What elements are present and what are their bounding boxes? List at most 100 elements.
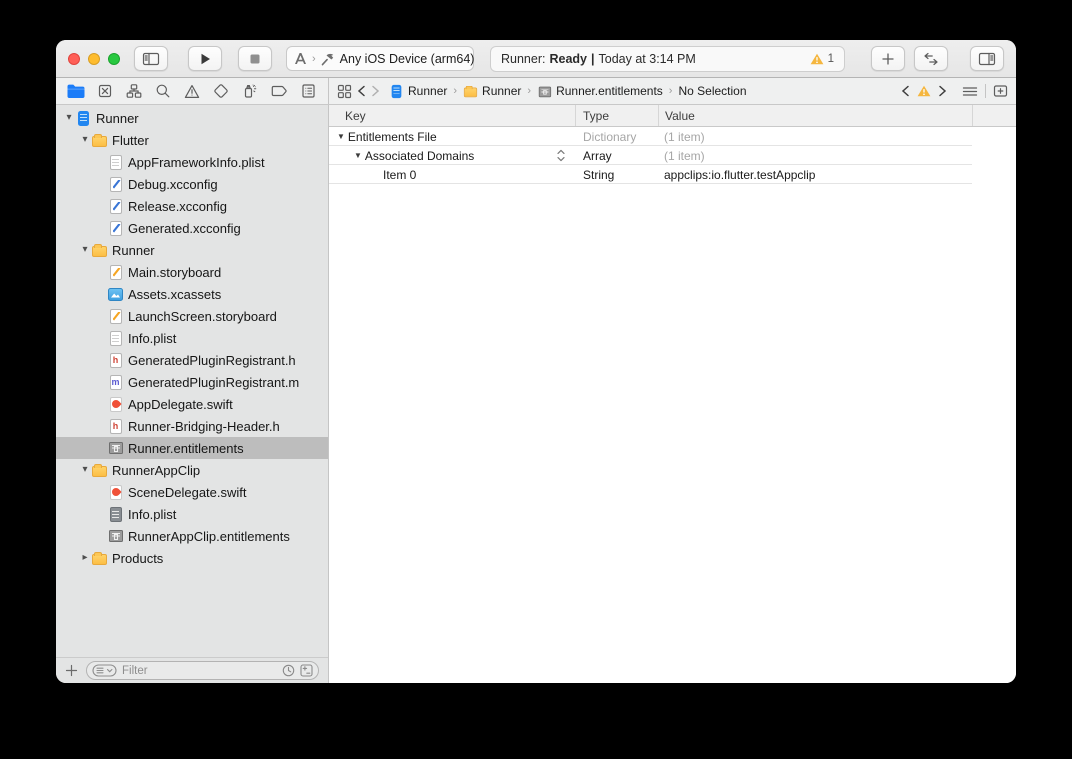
- tree-item-runnerappclip-entitlements[interactable]: RunnerAppClip.entitlements: [56, 525, 328, 547]
- disclosure-triangle-icon[interactable]: ▾: [62, 113, 76, 123]
- navigator-tab-find-navigator[interactable]: [153, 81, 173, 101]
- run-button[interactable]: [188, 46, 222, 71]
- navigator-tab-bar: [56, 78, 329, 104]
- plist-type-cell[interactable]: String: [575, 168, 658, 182]
- jumpbar-segment[interactable]: Runner: [389, 84, 447, 99]
- issue-warning-icon[interactable]: [917, 85, 931, 97]
- code-review-button[interactable]: [914, 46, 948, 71]
- tree-item-appframeworkinfo-plist[interactable]: AppFrameworkInfo.plist: [56, 151, 328, 173]
- tree-item-runner[interactable]: ▾ Runner: [56, 107, 328, 129]
- jumpbar-segment-label: Runner: [408, 84, 448, 98]
- plist-key-label: Associated Domains: [364, 148, 475, 163]
- disclosure-triangle-icon[interactable]: ▸: [78, 553, 92, 563]
- toggle-navigator-button[interactable]: [134, 46, 168, 71]
- tree-item-info-plist[interactable]: Info.plist: [56, 327, 328, 349]
- tree-item-appdelegate-swift[interactable]: AppDelegate.swift: [56, 393, 328, 415]
- tree-item-scenedelegate-swift[interactable]: SceneDelegate.swift: [56, 481, 328, 503]
- navigator-tab-project-navigator[interactable]: [66, 81, 86, 101]
- navigator-tab-issue-navigator[interactable]: [182, 81, 202, 101]
- plist-value-cell[interactable]: (1 item): [658, 149, 972, 163]
- navigator-tab-test-navigator[interactable]: [211, 81, 231, 101]
- scheme-selector[interactable]: › Any iOS Device (arm64): [286, 46, 474, 71]
- tree-item-debug-xcconfig[interactable]: Debug.xcconfig: [56, 173, 328, 195]
- disclosure-triangle-icon[interactable]: ▾: [78, 465, 92, 475]
- navigator-filter-bar: Filter: [56, 657, 328, 683]
- library-button[interactable]: [871, 46, 905, 71]
- related-items-icon[interactable]: [337, 84, 352, 99]
- editor-options-icon[interactable]: [962, 85, 978, 98]
- add-file-button[interactable]: [65, 664, 78, 677]
- tree-item-label: AppDelegate.swift: [128, 396, 233, 412]
- tree-item-label: Runner: [96, 110, 139, 126]
- plist-value-cell[interactable]: appclips:io.flutter.testAppclip: [658, 168, 972, 182]
- storyboard-icon: [108, 308, 123, 324]
- tree-item-runnerappclip[interactable]: ▾ RunnerAppClip: [56, 459, 328, 481]
- disclosure-triangle-icon[interactable]: ▼: [354, 151, 362, 160]
- column-header-type[interactable]: Type: [575, 105, 658, 126]
- toggle-inspector-button[interactable]: [970, 46, 1004, 71]
- activity-view[interactable]: Runner: Ready | Today at 3:14 PM 1: [490, 45, 845, 72]
- filter-icon: [92, 664, 117, 677]
- tree-item-info-plist[interactable]: Info.plist: [56, 503, 328, 525]
- table-body: ▼ Entitlements File Dictionary (1 item) ▼ Ass…: [329, 127, 1016, 184]
- column-header-key[interactable]: Key: [329, 105, 575, 126]
- next-issue-button[interactable]: [938, 85, 947, 97]
- plist-row-associated-domains[interactable]: ▼ Associated Domains Array (1 item): [329, 146, 1016, 165]
- close-window-button[interactable]: [68, 52, 80, 65]
- add-editor-button[interactable]: [993, 84, 1008, 98]
- status-state: Ready: [549, 51, 588, 66]
- column-header-value[interactable]: Value: [658, 105, 972, 126]
- tree-item-label: Generated.xcconfig: [128, 220, 241, 236]
- tree-item-flutter[interactable]: ▾ Flutter: [56, 129, 328, 151]
- disclosure-triangle-icon[interactable]: ▾: [78, 135, 92, 145]
- tree-item-runner-bridging-header-h[interactable]: h Runner-Bridging-Header.h: [56, 415, 328, 437]
- navigator-tab-symbol-navigator[interactable]: [124, 81, 144, 101]
- jumpbar-separator-icon: ›: [453, 85, 458, 97]
- plist-value-cell[interactable]: (1 item): [658, 130, 972, 144]
- stop-button[interactable]: [238, 46, 272, 71]
- entitlements-icon: [538, 84, 551, 97]
- tree-item-label: Main.storyboard: [128, 264, 222, 280]
- source-control-status-filter-icon[interactable]: [300, 664, 313, 677]
- navigator-tab-source-control-navigator[interactable]: [95, 81, 115, 101]
- jumpbar-segment[interactable]: Runner.entitlements: [537, 84, 663, 99]
- tree-item-label: GeneratedPluginRegistrant.h: [128, 352, 296, 368]
- minimize-window-button[interactable]: [88, 52, 100, 65]
- jumpbar-segment[interactable]: Runner: [463, 84, 521, 99]
- disclosure-triangle-icon[interactable]: ▼: [337, 132, 345, 141]
- warning-badge[interactable]: 1: [810, 53, 834, 65]
- jumpbar-segment-label: Runner: [482, 84, 522, 98]
- plist-row-item-0[interactable]: Item 0 String appclips:io.flutter.testAppc…: [329, 165, 1016, 184]
- recent-files-icon[interactable]: [282, 664, 295, 677]
- tree-item-products[interactable]: ▸ Products: [56, 547, 328, 569]
- folder-icon: [92, 243, 107, 258]
- navigator-tab-breakpoint-navigator[interactable]: [269, 81, 289, 101]
- go-back-button[interactable]: [357, 85, 366, 97]
- previous-issue-button[interactable]: [901, 85, 910, 97]
- navigator-tab-debug-navigator[interactable]: [240, 81, 260, 101]
- tree-item-generated-xcconfig[interactable]: Generated.xcconfig: [56, 217, 328, 239]
- tree-item-generatedpluginregistrant-m[interactable]: m GeneratedPluginRegistrant.m: [56, 371, 328, 393]
- plist-type-cell[interactable]: Dictionary: [575, 130, 658, 144]
- zoom-window-button[interactable]: [108, 52, 120, 65]
- stepper-icon[interactable]: [557, 149, 565, 162]
- tree-item-generatedpluginregistrant-h[interactable]: h GeneratedPluginRegistrant.h: [56, 349, 328, 371]
- tree-item-assets-xcassets[interactable]: Assets.xcassets: [56, 283, 328, 305]
- xcode-window: › Any iOS Device (arm64) Runner: Ready |…: [56, 40, 1016, 683]
- filter-field[interactable]: Filter: [86, 661, 319, 680]
- plist-type-cell[interactable]: Array: [575, 149, 658, 163]
- tree-item-main-storyboard[interactable]: Main.storyboard: [56, 261, 328, 283]
- disclosure-triangle-icon[interactable]: ▾: [78, 245, 92, 255]
- plist-row-entitlements-file[interactable]: ▼ Entitlements File Dictionary (1 item): [329, 127, 1016, 146]
- jumpbar-segment-label: No Selection: [678, 84, 747, 98]
- status-project: Runner:: [501, 51, 546, 66]
- entitlements-icon: [108, 529, 123, 544]
- tree-item-release-xcconfig[interactable]: Release.xcconfig: [56, 195, 328, 217]
- tree-item-runner[interactable]: ▾ Runner: [56, 239, 328, 261]
- warning-count: 1: [827, 52, 834, 65]
- navigator-tab-report-navigator[interactable]: [298, 81, 318, 101]
- tree-item-launchscreen-storyboard[interactable]: LaunchScreen.storyboard: [56, 305, 328, 327]
- tree-item-runner-entitlements[interactable]: Runner.entitlements: [56, 437, 328, 459]
- go-forward-button[interactable]: [371, 85, 380, 97]
- jumpbar-segment[interactable]: No Selection: [678, 84, 746, 98]
